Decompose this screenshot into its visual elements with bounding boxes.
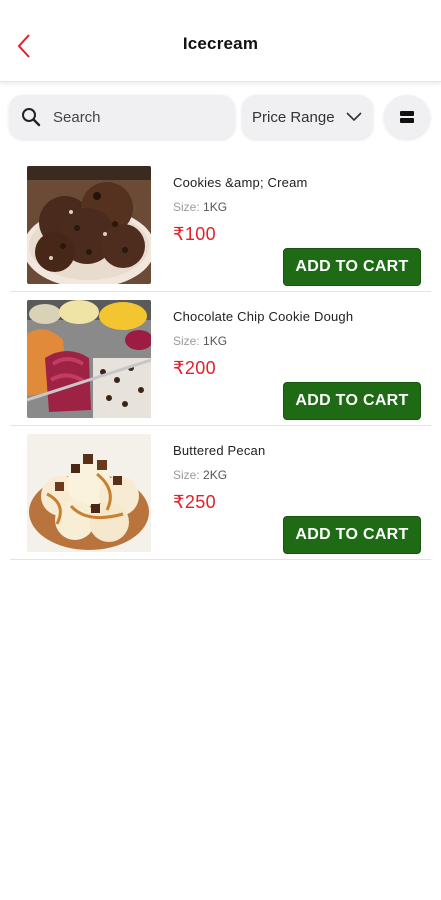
product-price: ₹200 bbox=[173, 358, 217, 378]
product-size: Size: 1KG bbox=[173, 334, 227, 348]
price-range-label: Price Range bbox=[252, 108, 335, 126]
product-name: Cookies &amp; Cream bbox=[173, 175, 308, 190]
product-price: ₹100 bbox=[173, 224, 217, 244]
add-to-cart-button[interactable]: ADD TO CART bbox=[283, 516, 421, 554]
search-input[interactable] bbox=[53, 108, 213, 126]
search-icon bbox=[22, 108, 41, 127]
app-screen: Icecream Price Range bbox=[0, 0, 441, 900]
product-size: Size: 1KG bbox=[173, 200, 227, 214]
add-to-cart-button[interactable]: ADD TO CART bbox=[283, 248, 421, 286]
search-box[interactable] bbox=[9, 95, 235, 139]
size-value: 1KG bbox=[203, 334, 228, 348]
product-name: Buttered Pecan bbox=[173, 443, 266, 458]
price-range-dropdown[interactable]: Price Range bbox=[242, 95, 373, 139]
size-label: Size: bbox=[173, 468, 204, 482]
filter-bar: Price Range bbox=[0, 94, 441, 144]
product-list: Cookies &amp; Cream Size: 1KG ₹100 ADD T… bbox=[0, 158, 441, 560]
size-label: Size: bbox=[173, 334, 204, 348]
size-value: 2KG bbox=[203, 468, 228, 482]
chevron-down-icon bbox=[346, 112, 362, 122]
add-to-cart-button[interactable]: ADD TO CART bbox=[283, 382, 421, 420]
view-toggle-button[interactable] bbox=[384, 95, 430, 139]
product-price: ₹250 bbox=[173, 492, 217, 512]
page-title: Icecream bbox=[182, 34, 259, 53]
list-view-icon bbox=[400, 111, 414, 123]
product-row[interactable]: Cookies &amp; Cream Size: 1KG ₹100 ADD T… bbox=[10, 158, 431, 292]
product-row[interactable]: Buttered Pecan Size: 2KG ₹250 ADD TO CAR… bbox=[10, 426, 431, 560]
size-label: Size: bbox=[173, 200, 204, 214]
product-name: Chocolate Chip Cookie Dough bbox=[173, 309, 354, 324]
app-header: Icecream bbox=[0, 0, 441, 82]
size-value: 1KG bbox=[203, 200, 228, 214]
product-image[interactable] bbox=[27, 300, 151, 418]
product-row[interactable]: Chocolate Chip Cookie Dough Size: 1KG ₹2… bbox=[10, 292, 431, 426]
product-image[interactable] bbox=[27, 434, 151, 552]
product-image[interactable] bbox=[27, 166, 151, 284]
product-size: Size: 2KG bbox=[173, 468, 227, 482]
